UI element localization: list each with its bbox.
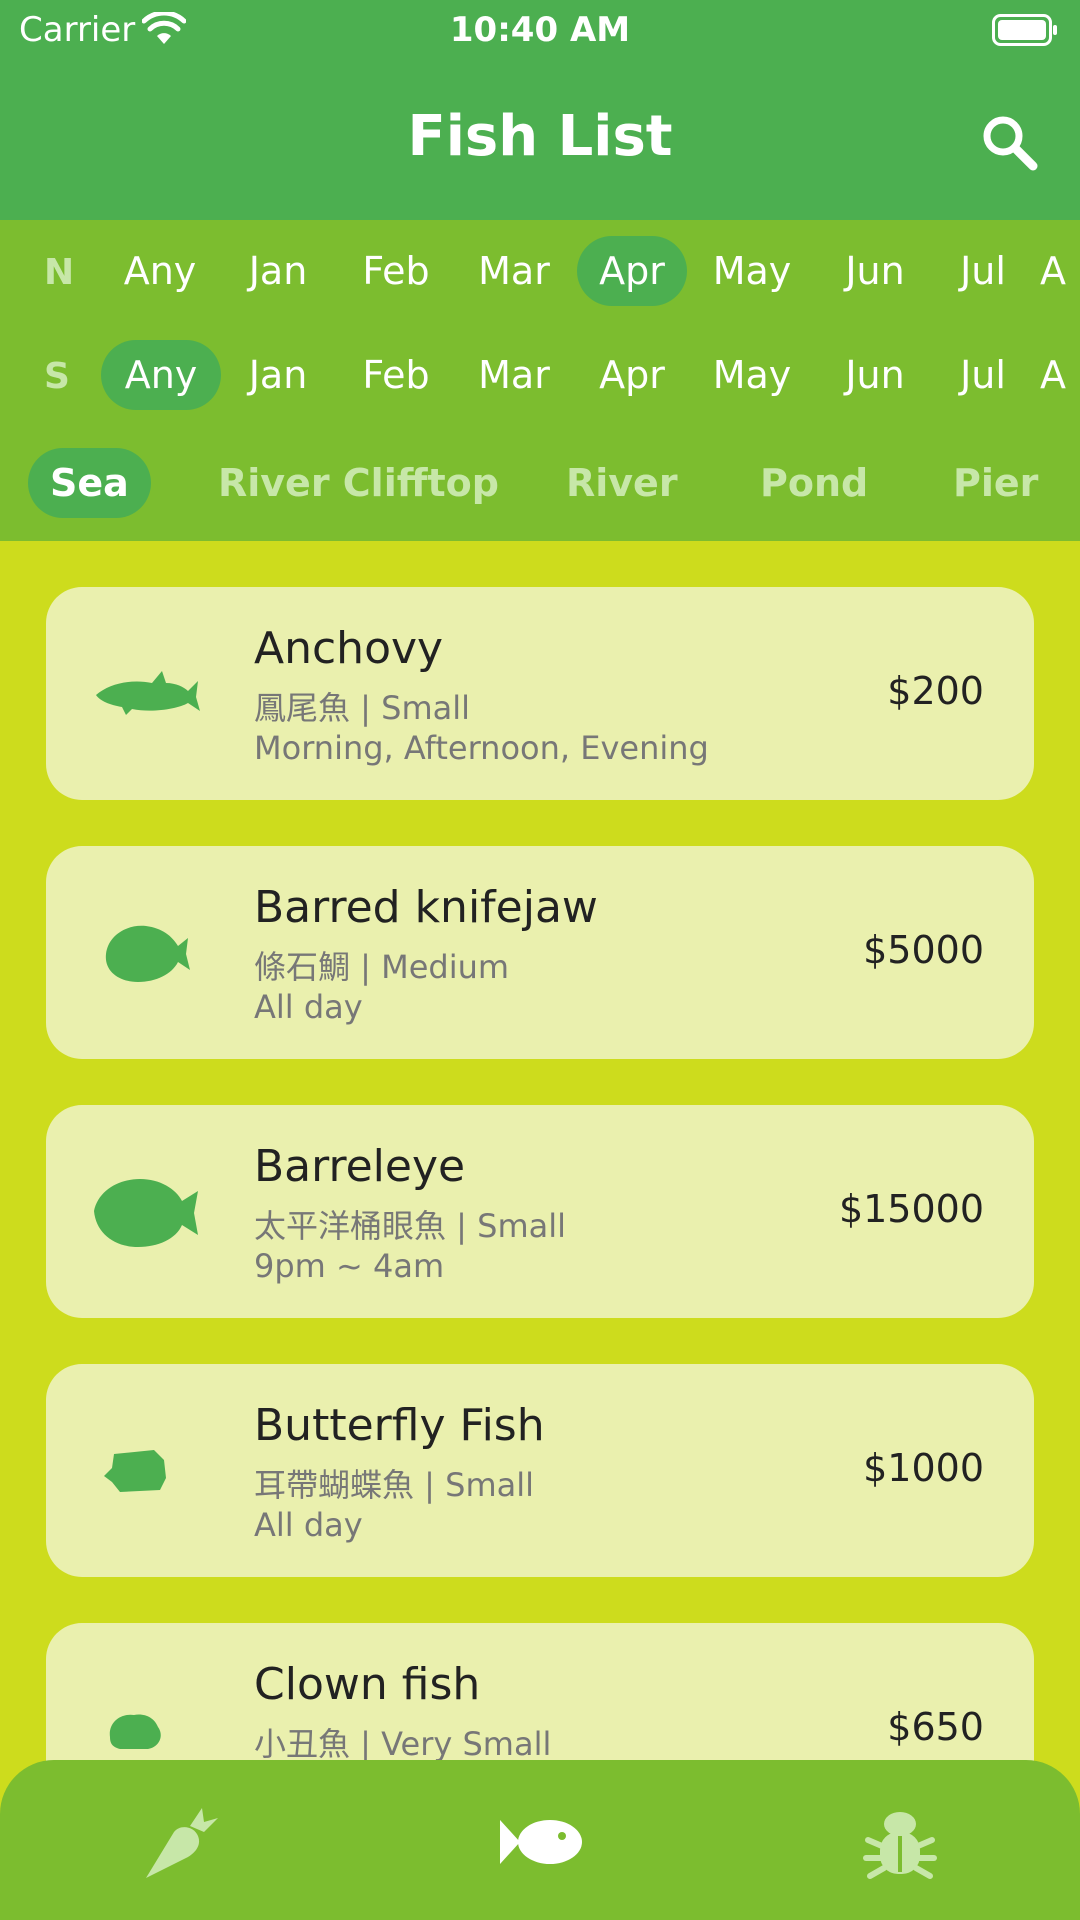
south-month-feb[interactable]: Feb xyxy=(341,340,451,410)
bug-icon xyxy=(863,1812,937,1879)
south-month-row: S Any Jan Feb Mar Apr May Jun Jul A xyxy=(0,338,1080,412)
south-month-any[interactable]: Any xyxy=(101,340,221,410)
nav-fish[interactable] xyxy=(470,1782,610,1902)
fish-time: 9pm ~ 4am xyxy=(254,1247,445,1285)
north-month-jul[interactable]: Jul xyxy=(928,236,1038,306)
location-pond[interactable]: Pond xyxy=(738,448,890,518)
fish-card-butterfly-fish[interactable]: Butterfly Fish 耳帶蝴蝶魚 | Small All day $10… xyxy=(46,1364,1034,1577)
north-month-any[interactable]: Any xyxy=(105,236,215,306)
location-row: Sea River Clifftop River Pond Pier xyxy=(0,448,1080,522)
fish-price: $15000 xyxy=(838,1187,984,1231)
anchovy-icon xyxy=(96,671,200,715)
nav-bugs[interactable] xyxy=(830,1782,970,1902)
barred-knifejaw-icon xyxy=(105,925,190,982)
north-month-jun[interactable]: Jun xyxy=(820,236,930,306)
north-hemisphere-label: N xyxy=(44,252,75,293)
location-pier[interactable]: Pier xyxy=(931,448,1060,518)
north-month-apr[interactable]: Apr xyxy=(577,236,687,306)
fish-price: $200 xyxy=(887,669,984,713)
fish-name: Barreleye xyxy=(254,1141,466,1192)
location-river[interactable]: River xyxy=(544,448,700,518)
fish-name: Barred knifejaw xyxy=(254,882,598,933)
north-month-jan[interactable]: Jan xyxy=(223,236,333,306)
north-month-aug[interactable]: A xyxy=(1040,236,1066,306)
south-hemisphere-label: S xyxy=(44,356,70,397)
south-month-aug[interactable]: A xyxy=(1040,340,1066,410)
bottom-navigation xyxy=(0,1760,1080,1920)
fish-card-anchovy[interactable]: Anchovy 鳳尾魚 | Small Morning, Afternoon, … xyxy=(46,587,1034,800)
north-month-mar[interactable]: Mar xyxy=(459,236,569,306)
location-river-clifftop[interactable]: River Clifftop xyxy=(196,448,521,518)
fish-name: Anchovy xyxy=(254,623,444,674)
north-month-feb[interactable]: Feb xyxy=(341,236,451,306)
south-month-jan[interactable]: Jan xyxy=(223,340,333,410)
fish-subtitle: 鳳尾魚 | Small xyxy=(254,689,471,727)
fish-time: All day xyxy=(254,988,363,1026)
south-month-jun[interactable]: Jun xyxy=(820,340,930,410)
carrot-icon xyxy=(146,1808,218,1878)
fish-price: $1000 xyxy=(863,1446,984,1490)
north-month-may[interactable]: May xyxy=(697,236,807,306)
search-button[interactable] xyxy=(975,108,1045,178)
battery-icon xyxy=(992,14,1058,50)
south-month-jul[interactable]: Jul xyxy=(928,340,1038,410)
fish-subtitle: 耳帶蝴蝶魚 | Small xyxy=(254,1466,535,1504)
search-icon xyxy=(983,116,1038,171)
location-sea[interactable]: Sea xyxy=(28,448,151,518)
fish-subtitle: 小丑魚 | Very Small xyxy=(254,1725,552,1763)
status-bar: Carrier 10:40 AM xyxy=(0,0,1080,60)
south-month-apr[interactable]: Apr xyxy=(577,340,687,410)
fish-time: Morning, Afternoon, Evening xyxy=(254,729,709,767)
fish-subtitle: 太平洋桶眼魚 | Small xyxy=(254,1207,567,1245)
butterfly-fish-icon xyxy=(104,1450,166,1492)
north-month-row: N Any Jan Feb Mar Apr May Jun Jul A xyxy=(0,234,1080,308)
fish-card-barreleye[interactable]: Barreleye 太平洋桶眼魚 | Small 9pm ~ 4am $1500… xyxy=(46,1105,1034,1318)
fish-icon xyxy=(500,1820,582,1864)
fish-card-barred-knifejaw[interactable]: Barred knifejaw 條石鯛 | Medium All day $50… xyxy=(46,846,1034,1059)
barreleye-icon xyxy=(94,1179,198,1247)
fish-time: All day xyxy=(254,1506,363,1544)
fish-price: $5000 xyxy=(863,928,984,972)
app-bar: Fish List xyxy=(0,60,1080,220)
fish-price: $650 xyxy=(887,1705,984,1749)
page-title: Fish List xyxy=(407,104,673,169)
fish-name: Clown fish xyxy=(254,1659,481,1710)
clock: 10:40 AM xyxy=(449,10,631,50)
south-month-may[interactable]: May xyxy=(697,340,807,410)
nav-vegetables[interactable] xyxy=(110,1782,250,1902)
filter-panel: N Any Jan Feb Mar Apr May Jun Jul A S An… xyxy=(0,220,1080,541)
fish-name: Butterfly Fish xyxy=(254,1400,545,1451)
south-month-mar[interactable]: Mar xyxy=(459,340,569,410)
fish-subtitle: 條石鯛 | Medium xyxy=(254,948,510,986)
